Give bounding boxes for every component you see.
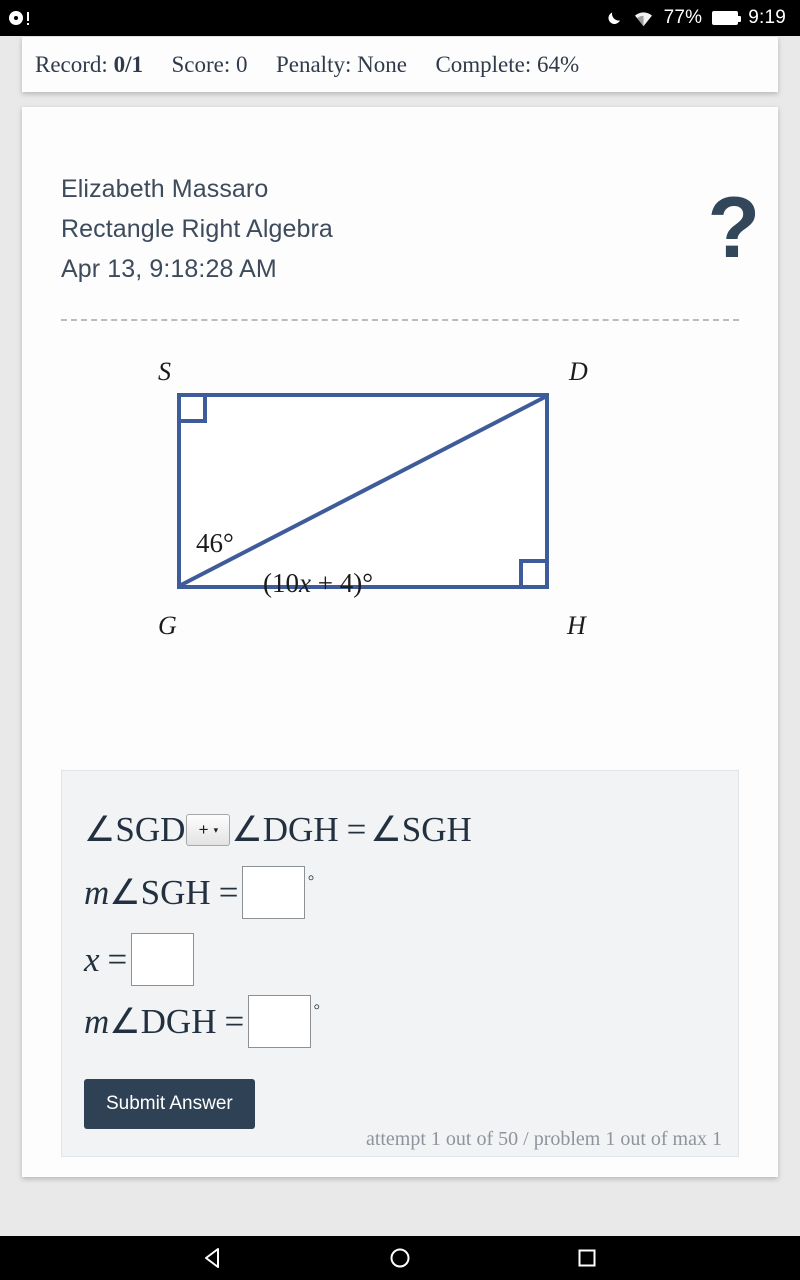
answer-panel: ∠SGD + ▾ ∠DGH = ∠SGH m ∠SGH = ◦ x = m ∠D…: [61, 770, 739, 1157]
app-webview: Record: 0/1 Score: 0 Penalty: None Compl…: [0, 36, 800, 1236]
degree-symbol-sgh: ◦: [307, 867, 315, 889]
help-question-mark-icon[interactable]: ?: [707, 185, 760, 271]
problem-header: Elizabeth Massaro Rectangle Right Algebr…: [61, 169, 737, 289]
equation-row: ∠SGD + ▾ ∠DGH = ∠SGH: [84, 810, 472, 850]
penalty-value: None: [357, 51, 407, 77]
submit-answer-button[interactable]: Submit Answer: [84, 1079, 255, 1129]
answer-row-msgh: m ∠SGH = ◦: [84, 866, 315, 919]
angle-label-expression: (10x + 4)°: [263, 568, 373, 598]
recents-square-icon[interactable]: [574, 1245, 600, 1271]
degree-symbol-dgh: ◦: [313, 996, 321, 1018]
operator-select-value: +: [198, 820, 209, 839]
record-value: 0/1: [113, 51, 143, 77]
equation-term-dgh: ∠DGH: [231, 810, 339, 849]
complete-value: 64%: [537, 51, 580, 77]
equation-equals-sign: =: [346, 810, 367, 849]
score-status-bar: Record: 0/1 Score: 0 Penalty: None Compl…: [22, 37, 778, 92]
angle-label-46: 46°: [196, 528, 234, 558]
equals-sgh: =: [218, 872, 239, 912]
chevron-down-icon: ▾: [213, 824, 219, 835]
wifi-icon: [633, 9, 654, 28]
student-name: Elizabeth Massaro: [61, 175, 269, 203]
geometry-diagram: S D G H 46° (10x + 4)°: [61, 347, 737, 747]
problem-timestamp: Apr 13, 9:18:28 AM: [61, 255, 277, 283]
answer-input-mdgh[interactable]: [248, 995, 312, 1048]
equation-term-sgh: ∠SGH: [370, 810, 472, 849]
angle-dgh-label: ∠DGH: [109, 1001, 217, 1041]
assignment-title: Rectangle Right Algebra: [61, 215, 333, 243]
attempt-status-text: attempt 1 out of 50 / problem 1 out of m…: [365, 1128, 722, 1150]
equals-x: =: [107, 939, 128, 979]
complete-label: Complete:: [435, 51, 532, 77]
angle-sgh-label: ∠SGH: [109, 872, 211, 912]
moon-icon: [605, 9, 623, 28]
answer-input-msgh[interactable]: [242, 866, 306, 919]
status-bar-system-icons: 77% 9:19: [605, 7, 786, 29]
home-circle-icon[interactable]: [387, 1245, 413, 1271]
notification-disc-icon: [8, 8, 30, 28]
back-triangle-icon[interactable]: [200, 1245, 226, 1271]
vertex-label-h: H: [566, 611, 587, 640]
status-bar-notifications: [8, 8, 30, 28]
score-status-line: Record: 0/1 Score: 0 Penalty: None Compl…: [35, 52, 579, 78]
operator-select[interactable]: + ▾: [186, 814, 231, 846]
penalty-label: Penalty:: [275, 51, 352, 77]
record-label: Record:: [35, 51, 108, 77]
android-nav-bar: [0, 1236, 800, 1280]
score-label: Score:: [171, 51, 231, 77]
m-prefix-sgh: m: [84, 872, 110, 912]
header-divider: [61, 319, 739, 321]
variable-x-label: x: [84, 939, 100, 979]
answer-row-x: x =: [84, 933, 195, 986]
vertex-label-g: G: [158, 611, 177, 640]
problem-card: Elizabeth Massaro Rectangle Right Algebr…: [22, 107, 778, 1177]
answer-input-x[interactable]: [131, 933, 195, 986]
m-prefix-dgh: m: [84, 1001, 110, 1041]
vertex-label-d: D: [568, 357, 588, 386]
equation-term-sgd: ∠SGD: [84, 810, 186, 849]
android-status-bar: 77% 9:19: [0, 0, 800, 36]
equals-dgh: =: [224, 1001, 245, 1041]
answer-row-mdgh: m ∠DGH = ◦: [84, 995, 321, 1048]
status-bar-clock: 9:19: [748, 7, 786, 28]
battery-icon: [712, 11, 742, 25]
score-value: 0: [235, 51, 248, 77]
battery-percent-label: 77%: [663, 7, 703, 28]
vertex-label-s: S: [158, 357, 171, 386]
